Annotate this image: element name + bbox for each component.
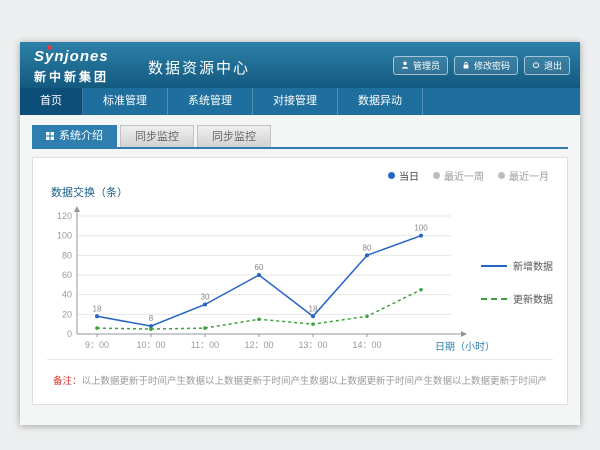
svg-text:20: 20 — [62, 309, 72, 319]
tab-bar: 系统介绍 同步监控 同步监控 — [32, 125, 568, 149]
svg-text:14：00: 14：00 — [352, 340, 381, 350]
svg-text:10：00: 10：00 — [136, 340, 165, 350]
legend-dot-last-week — [433, 172, 440, 179]
admin-user-label: 管理员 — [413, 59, 440, 72]
svg-text:8: 8 — [149, 314, 154, 323]
legend-filter-last-week-label: 最近一周 — [444, 168, 484, 183]
svg-text:18: 18 — [93, 304, 102, 313]
logo-wordmark: Synjones — [34, 48, 109, 65]
legend-filter-last-month[interactable]: 最近一月 — [498, 168, 549, 183]
logo-company-name: 新中新集团 — [34, 68, 109, 85]
nav-item-home[interactable]: 首页 — [20, 88, 83, 115]
svg-text:13：00: 13：00 — [298, 340, 327, 350]
chart-panel: 当日 最近一周 最近一月 数据交换（条） 0 20 40 60 80 100 120 9：00… — [32, 157, 568, 405]
svg-text:120: 120 — [57, 211, 72, 221]
legend-filter-today-label: 当日 — [399, 168, 419, 183]
footnote-text: 以上数据更新于时间产生数据以上数据更新于时间产生数据以上数据更新于时间产生数据以… — [82, 376, 547, 387]
solid-line-swatch — [481, 265, 507, 267]
logout-label: 退出 — [544, 59, 562, 72]
nav-item-integration-mgmt[interactable]: 对接管理 — [253, 88, 338, 115]
svg-text:日期（小时）: 日期（小时） — [435, 341, 495, 353]
admin-user-button[interactable]: 管理员 — [393, 56, 448, 75]
svg-text:60: 60 — [62, 270, 72, 280]
legend-dot-today — [388, 172, 395, 179]
svg-text:100: 100 — [57, 231, 72, 241]
note-divider — [47, 359, 553, 360]
svg-text:80: 80 — [62, 250, 72, 260]
tab-system-intro-label: 系统介绍 — [59, 125, 103, 147]
svg-text:100: 100 — [414, 224, 428, 233]
series-legend: 新增数据 更新数据 — [481, 258, 553, 306]
tab-sync-monitor-2[interactable]: 同步监控 — [197, 125, 271, 147]
svg-text:0: 0 — [67, 329, 72, 339]
nav-item-data-change[interactable]: 数据异动 — [338, 88, 423, 115]
nav-item-standard-mgmt[interactable]: 标准管理 — [83, 88, 168, 115]
series-legend-new-data[interactable]: 新增数据 — [481, 258, 553, 273]
line-chart: 0 20 40 60 80 100 120 9：00 10：00 11：00 12：00 13：00 1… — [47, 202, 497, 364]
logo-red-dot — [47, 45, 52, 50]
main-nav: 首页 标准管理 系统管理 对接管理 数据异动 — [20, 88, 580, 115]
page-title: 数据资源中心 — [148, 57, 250, 78]
lock-icon — [462, 61, 470, 71]
series-new-data-label: 新增数据 — [513, 258, 553, 273]
chart-filter-legend: 当日 最近一周 最近一月 — [388, 168, 549, 183]
svg-text:30: 30 — [201, 293, 210, 302]
header-actions: 管理员 修改密码 退出 — [393, 56, 570, 75]
legend-dot-last-month — [498, 172, 505, 179]
svg-text:9：00: 9：00 — [85, 340, 109, 350]
app-window: Synjones 新中新集团 数据资源中心 管理员 修改密码 — [20, 42, 580, 425]
legend-filter-today[interactable]: 当日 — [388, 168, 419, 183]
company-logo: Synjones 新中新集团 — [34, 48, 109, 85]
change-password-button[interactable]: 修改密码 — [454, 56, 518, 75]
footnote: 备注：以上数据更新于时间产生数据以上数据更新于时间产生数据以上数据更新于时间产生… — [53, 373, 547, 387]
series-updated-data-label: 更新数据 — [513, 291, 553, 306]
logout-button[interactable]: 退出 — [524, 56, 570, 75]
svg-text:12：00: 12：00 — [244, 340, 273, 350]
legend-filter-last-month-label: 最近一月 — [509, 168, 549, 183]
dashed-line-swatch — [481, 298, 507, 300]
change-password-label: 修改密码 — [474, 59, 510, 72]
app-header: Synjones 新中新集团 数据资源中心 管理员 修改密码 — [20, 42, 580, 88]
tab-system-intro[interactable]: 系统介绍 — [32, 125, 117, 147]
series-legend-updated-data[interactable]: 更新数据 — [481, 291, 553, 306]
svg-text:11：00: 11：00 — [191, 340, 219, 350]
grid-icon — [46, 132, 54, 140]
nav-item-system-mgmt[interactable]: 系统管理 — [168, 88, 253, 115]
svg-text:80: 80 — [363, 243, 372, 252]
tab-sync-monitor-1[interactable]: 同步监控 — [120, 125, 194, 147]
legend-filter-last-week[interactable]: 最近一周 — [433, 168, 484, 183]
svg-text:40: 40 — [62, 290, 72, 300]
content-area: 系统介绍 同步监控 同步监控 当日 最近一周 最近一月 数据交 — [20, 115, 580, 425]
svg-text:60: 60 — [255, 263, 264, 272]
footnote-label: 备注： — [53, 376, 82, 387]
svg-text:18: 18 — [309, 304, 318, 313]
user-icon — [401, 61, 409, 71]
power-icon — [532, 61, 540, 71]
chart-y-axis-title: 数据交换（条） — [51, 184, 128, 200]
